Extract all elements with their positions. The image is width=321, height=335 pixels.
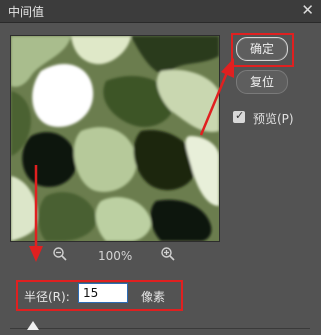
reset-button[interactable]: 复位: [236, 70, 288, 94]
radius-slider-track[interactable]: [10, 328, 310, 329]
radius-input[interactable]: 15: [78, 283, 128, 303]
zoom-controls: 100%: [0, 246, 230, 266]
zoom-out-icon[interactable]: [52, 246, 68, 262]
filter-preview[interactable]: [10, 35, 220, 242]
ok-button[interactable]: 确定: [236, 37, 288, 61]
preview-label: 预览(P): [253, 112, 294, 126]
radius-unit: 像素: [141, 290, 166, 304]
window-title: 中间值: [8, 5, 45, 19]
zoom-level: 100%: [98, 249, 133, 263]
zoom-in-icon[interactable]: [160, 246, 176, 262]
preview-checkbox[interactable]: ✓: [233, 109, 245, 123]
radius-row: 半径(R): 15 像素: [0, 283, 200, 307]
title-bar: 中间值 ✕: [0, 0, 321, 23]
radius-slider-thumb[interactable]: [27, 321, 39, 330]
camouflage-preview-image: [11, 36, 219, 241]
close-icon[interactable]: ✕: [301, 1, 314, 19]
checkmark-icon: ✓: [235, 109, 245, 122]
radius-label: 半径(R):: [24, 290, 70, 304]
